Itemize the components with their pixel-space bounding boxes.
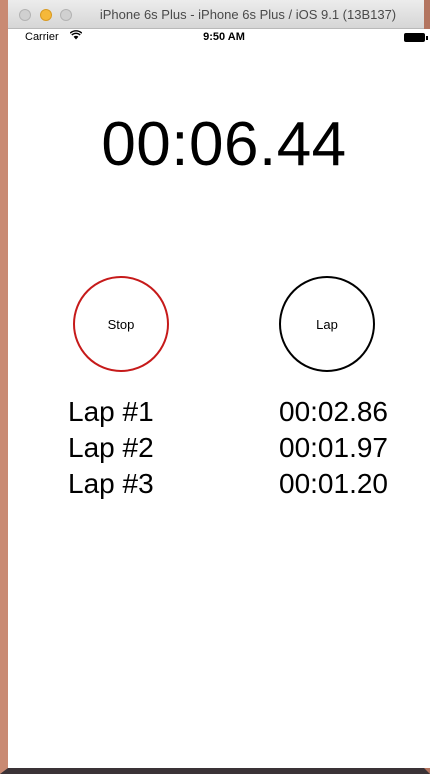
- zoom-window-button[interactable]: [60, 9, 72, 21]
- elapsed-time-display: 00:06.44: [101, 110, 347, 179]
- lap-row: Lap #3 00:01.20: [68, 468, 388, 504]
- lap-button[interactable]: Lap: [279, 276, 375, 372]
- lap-row: Lap #1 00:02.86: [68, 396, 388, 432]
- window-title: iPhone 6s Plus - iPhone 6s Plus / iOS 9.…: [99, 7, 397, 22]
- lap-time: 00:01.20: [279, 468, 388, 499]
- minimize-window-button[interactable]: [40, 9, 52, 21]
- lap-label: Lap #3: [68, 468, 154, 499]
- lap-time: 00:01.97: [279, 432, 388, 463]
- title-bar[interactable]: iPhone 6s Plus - iPhone 6s Plus / iOS 9.…: [8, 0, 424, 29]
- status-time: 9:50 AM: [203, 31, 245, 43]
- status-bar: Carrier 9:50 AM: [16, 29, 430, 47]
- lap-row: Lap #2 00:01.97: [68, 432, 388, 468]
- stop-button-label: Stop: [107, 316, 135, 332]
- close-window-button[interactable]: [19, 9, 31, 21]
- lap-label: Lap #2: [68, 432, 154, 463]
- stop-button[interactable]: Stop: [73, 276, 169, 372]
- battery-icon: [404, 33, 428, 42]
- device-screen: Carrier 9:50 AM 00:06.44 Stop Lap Lap #1…: [16, 29, 430, 768]
- lap-label: Lap #1: [68, 396, 154, 427]
- lap-button-label: Lap: [316, 316, 338, 332]
- simulator-window: iPhone 6s Plus - iPhone 6s Plus / iOS 9.…: [0, 0, 430, 774]
- lap-time: 00:02.86: [279, 396, 388, 427]
- lap-list: Lap #1 00:02.86 Lap #2 00:01.97 Lap #3 0…: [68, 396, 388, 504]
